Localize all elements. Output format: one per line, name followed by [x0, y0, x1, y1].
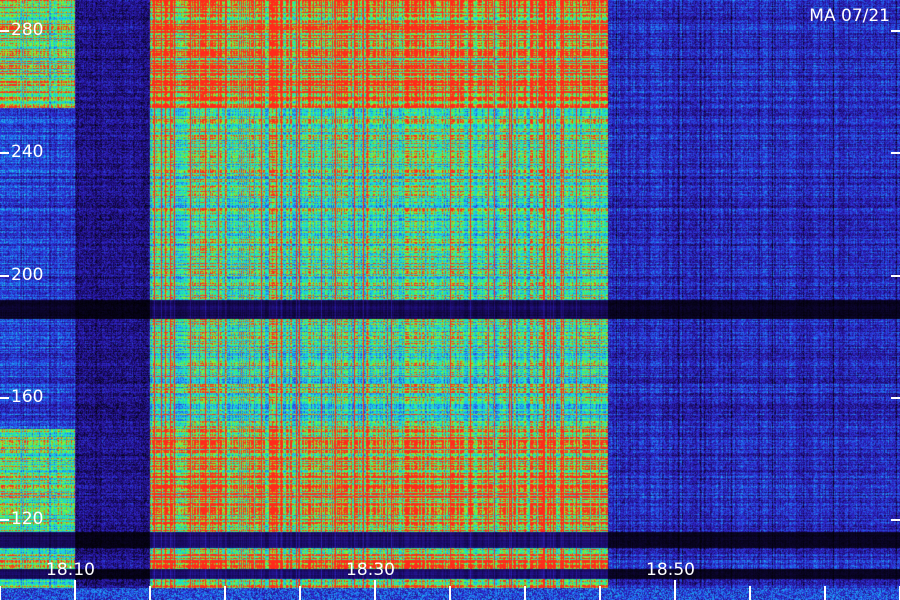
x-tick-minor: [0, 586, 1, 600]
chart-title: MA 07/21: [809, 6, 890, 26]
x-tick-minor: [224, 586, 226, 600]
y-tick-right: [891, 152, 900, 155]
x-tick-minor: [599, 586, 601, 600]
y-tick-label: 160: [11, 386, 44, 407]
y-tick-left: [0, 29, 9, 32]
x-tick-minor: [299, 586, 301, 600]
y-tick-left: [0, 152, 9, 155]
y-tick-left: [0, 396, 9, 399]
x-tick-minor: [824, 586, 826, 600]
x-tick-label: 18:10: [46, 560, 95, 580]
y-tick-right: [891, 519, 900, 522]
spectrogram-heatmap: [0, 0, 900, 600]
x-tick-major: [74, 580, 76, 600]
y-tick-label: 200: [11, 264, 44, 285]
y-tick-left: [0, 519, 9, 522]
y-tick-label: 120: [11, 509, 44, 530]
x-tick-label: 18:30: [346, 560, 395, 580]
x-tick-minor: [449, 586, 451, 600]
y-tick-right: [891, 396, 900, 399]
y-tick-right: [891, 29, 900, 32]
x-tick-major: [374, 580, 376, 600]
x-tick-label: 18:50: [646, 560, 695, 580]
x-tick-major: [674, 580, 676, 600]
y-tick-right: [891, 274, 900, 277]
y-tick-left: [0, 274, 9, 277]
x-tick-minor: [749, 586, 751, 600]
y-tick-label: 280: [11, 19, 44, 40]
x-tick-minor: [524, 586, 526, 600]
y-tick-label: 240: [11, 142, 44, 163]
x-tick-minor: [149, 586, 151, 600]
